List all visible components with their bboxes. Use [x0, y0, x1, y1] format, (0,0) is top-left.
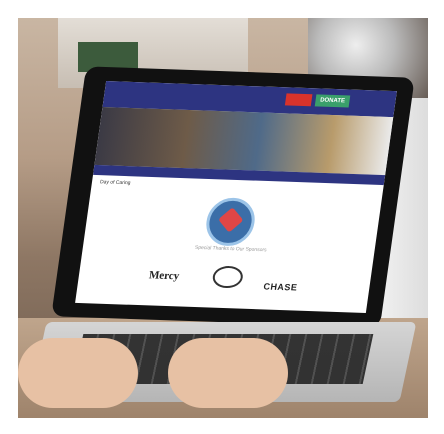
day-of-caring-logo: [203, 197, 258, 247]
left-hand: [18, 338, 138, 408]
sponsor-emblem-icon: [211, 265, 245, 289]
laptop-screen: DONATE Day of Caring Special Thanks to O…: [75, 80, 397, 314]
breadcrumb: Day of Caring: [99, 179, 131, 187]
photo-frame: DONATE Day of Caring Special Thanks to O…: [0, 0, 444, 434]
donate-button: DONATE: [314, 94, 351, 108]
sponsors-heading: Special Thanks to Our Sponsors: [194, 244, 267, 254]
sponsor-chase: CHASE: [262, 281, 299, 293]
hero-image: [94, 106, 394, 176]
sponsor-mercy: Mercy: [148, 269, 181, 283]
heart-icon: [218, 207, 244, 233]
header-red-button: [284, 93, 313, 107]
photo: DONATE Day of Caring Special Thanks to O…: [18, 18, 428, 418]
right-hand: [168, 338, 288, 408]
